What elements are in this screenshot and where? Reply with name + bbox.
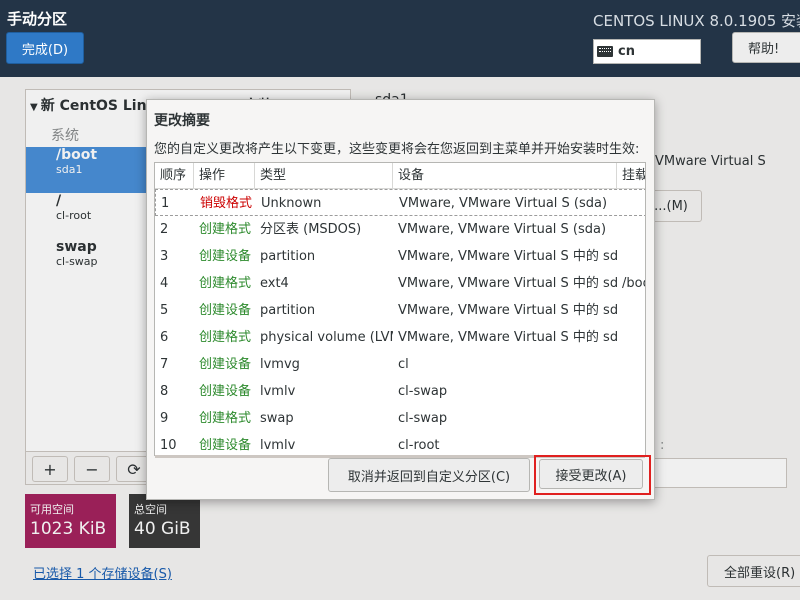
cell-type: partition [260, 303, 316, 318]
dialog-title: 更改摘要 [154, 113, 210, 129]
table-row[interactable]: 8 创建设备 lvmlv cl-swap [155, 378, 645, 405]
cell-mount [617, 405, 645, 432]
done-button[interactable]: 完成(D) [6, 32, 84, 64]
cell-action: 创建设备 [199, 303, 252, 318]
cell-order: 5 [160, 303, 169, 318]
cell-mount [617, 216, 645, 243]
table-row[interactable]: 2 创建格式 分区表 (MSDOS) VMware, VMware Virtual S… [155, 216, 645, 243]
cell-type: Unknown [261, 196, 322, 211]
cell-device: VMware, VMware Virtual S (sda) [398, 222, 607, 237]
cell-device: cl [398, 357, 409, 372]
cell-mount: /boot [622, 276, 645, 291]
cell-device: cl-swap [398, 384, 448, 399]
cell-type: ext4 [260, 276, 289, 291]
cell-mount [617, 351, 645, 378]
cell-device: cl-root [398, 438, 440, 453]
table-row[interactable]: 5 创建设备 partition VMware, VMware Virtual S 中… [155, 297, 645, 324]
table-header: 顺序 操作 类型 设备 挂载点 [155, 163, 645, 189]
cancel-return-button[interactable]: 取消并返回到自定义分区(C) [328, 458, 530, 492]
header-bar: 手动分区 完成(D) CENTOS LINUX 8.0.1905 安装 cn 帮… [0, 0, 800, 77]
cell-device: VMware, VMware Virtual S 中的 sda1 [398, 276, 617, 291]
cell-mount [617, 378, 645, 405]
column-action[interactable]: 操作 [194, 163, 255, 189]
cell-action: 创建格式 [199, 222, 252, 237]
table-row[interactable]: 1 销毁格式 Unknown VMware, VMware Virtual S (sd… [155, 189, 645, 217]
cell-type: physical volume (LVM) [260, 330, 393, 345]
cell-mount [617, 243, 645, 270]
product-title: CENTOS LINUX 8.0.1905 安装 [593, 12, 800, 30]
change-summary-dialog: 更改摘要 您的自定义更改将产生以下变更，这些变更将会在您返回到主菜单并开始安装时… [146, 99, 655, 500]
cell-order: 10 [160, 438, 177, 453]
cell-mount [618, 190, 645, 217]
cell-order: 4 [160, 276, 169, 291]
cell-action: 销毁格式 [200, 196, 253, 211]
table-row[interactable]: 6 创建格式 physical volume (LVM) VMware, VMware… [155, 324, 645, 351]
table-row[interactable]: 10 创建设备 lvmlv cl-root [155, 432, 645, 455]
cell-type: partition [260, 249, 316, 264]
cell-type: 分区表 (MSDOS) [260, 222, 362, 237]
cell-mount [617, 297, 645, 324]
cell-action: 创建设备 [199, 249, 252, 264]
cell-action: 创建格式 [199, 276, 252, 291]
keyboard-icon [597, 46, 613, 57]
keyboard-layout-indicator[interactable]: cn [593, 39, 701, 64]
cell-device: cl-swap [398, 411, 448, 426]
accept-changes-button[interactable]: 接受更改(A) [539, 459, 643, 489]
cell-device: VMware, VMware Virtual S 中的 sda2 [398, 330, 617, 345]
cell-order: 8 [160, 384, 169, 399]
help-button[interactable]: 帮助! [732, 32, 800, 63]
cell-device: VMware, VMware Virtual S (sda) [399, 196, 608, 211]
cell-order: 7 [160, 357, 169, 372]
cell-type: swap [260, 411, 294, 426]
cell-device: VMware, VMware Virtual S 中的 sda2 [398, 303, 617, 318]
cell-action: 创建设备 [199, 357, 252, 372]
cell-order: 9 [160, 411, 169, 426]
cell-type: lvmvg [260, 357, 300, 372]
table-row[interactable]: 7 创建设备 lvmvg cl [155, 351, 645, 378]
cell-device: VMware, VMware Virtual S 中的 sda1 [398, 249, 617, 264]
cell-order: 6 [160, 330, 169, 345]
cell-order: 1 [161, 196, 170, 211]
table-row[interactable]: 9 创建格式 swap cl-swap [155, 405, 645, 432]
table-row[interactable]: 4 创建格式 ext4 VMware, VMware Virtual S 中的 sda… [155, 270, 645, 297]
cell-mount [617, 432, 645, 455]
table-row[interactable]: 3 创建设备 partition VMware, VMware Virtual S 中… [155, 243, 645, 270]
cell-order: 3 [160, 249, 169, 264]
page-title: 手动分区 [7, 10, 68, 28]
column-mount[interactable]: 挂载点 [617, 163, 645, 189]
changes-table: 顺序 操作 类型 设备 挂载点 1 销毁格式 Unknown VMware, VMwa… [154, 162, 646, 456]
cell-type: lvmlv [260, 384, 296, 399]
column-device[interactable]: 设备 [393, 163, 617, 189]
cell-action: 创建格式 [199, 330, 252, 345]
cell-mount [617, 324, 645, 351]
cell-type: lvmlv [260, 438, 296, 453]
cell-action: 创建设备 [199, 438, 252, 453]
cell-order: 2 [160, 222, 169, 237]
cell-action: 创建格式 [199, 411, 252, 426]
cell-action: 创建设备 [199, 384, 252, 399]
dialog-description: 您的自定义更改将产生以下变更，这些变更将会在您返回到主菜单并开始安装时生效: [154, 142, 640, 157]
column-type[interactable]: 类型 [255, 163, 393, 189]
column-order[interactable]: 顺序 [155, 163, 194, 189]
keyboard-layout-label: cn [618, 44, 635, 59]
